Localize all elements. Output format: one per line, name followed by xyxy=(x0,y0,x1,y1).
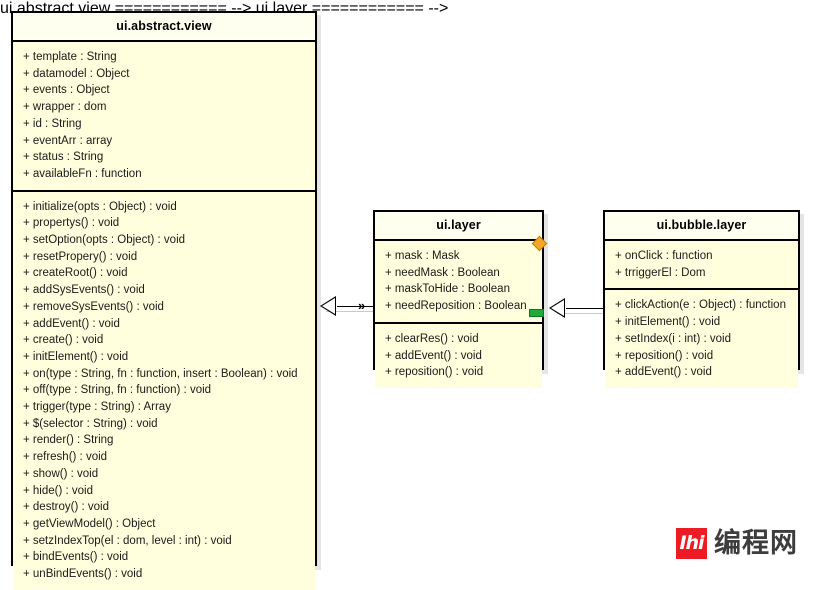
method-row: + addEvent() : void xyxy=(615,366,712,379)
attribute-row: + mask : Mask xyxy=(385,250,460,262)
uml-class-ui-abstract-view[interactable]: ui.abstract.view + template : String + d… xyxy=(11,11,317,590)
attribute-row: + template : String xyxy=(23,51,117,63)
method-row: + hide() : void xyxy=(23,484,93,497)
class-title-ui-layer: ui.layer xyxy=(375,212,542,241)
method-row: + addEvent() : void xyxy=(23,317,120,330)
method-row: + clickAction(e : Object) : function xyxy=(615,299,786,312)
attributes-compartment-ui-abstract-view: + template : String + datamodel : Object… xyxy=(13,42,315,190)
method-row: + getViewModel() : Object xyxy=(23,517,156,530)
method-row: + propertys() : void xyxy=(23,217,120,230)
method-row: + create() : void xyxy=(23,334,104,347)
attribute-row: + id : String xyxy=(23,117,82,130)
method-row: + destroy() : void xyxy=(23,501,109,514)
attribute-row: + events : Object xyxy=(23,84,110,97)
method-row: + bindEvents() : void xyxy=(23,551,129,564)
methods-compartment-ui-bubble-layer: + clickAction(e : Object) : function + i… xyxy=(605,288,798,388)
connector-line xyxy=(337,306,374,307)
method-row: + initialize(opts : Object) : void xyxy=(23,200,177,213)
method-row: + off(type : String, fn : function) : vo… xyxy=(23,384,212,397)
attribute-row: + needReposition : Boolean xyxy=(385,300,527,313)
class-title-ui-abstract-view: ui.abstract.view xyxy=(13,13,315,42)
method-row: + $(selector : String) : void xyxy=(23,417,158,430)
method-row: + reposition() : void xyxy=(615,349,714,362)
logo-mark-icon: Ihi xyxy=(676,528,707,559)
method-row: + resetPropery() : void xyxy=(23,250,138,263)
method-row: + render() : String xyxy=(23,434,114,447)
generalization-arrowhead-inner xyxy=(322,298,335,314)
class-title-ui-bubble-layer: ui.bubble.layer xyxy=(605,212,798,241)
open-arrow-icon: » xyxy=(358,298,366,313)
method-row: + initElement() : void xyxy=(615,316,721,329)
method-row: + initElement() : void xyxy=(23,350,129,363)
attribute-row: + trriggerEl : Dom xyxy=(615,266,706,279)
method-row: + unBindEvents() : void xyxy=(23,568,143,581)
uml-class-ui-bubble-layer[interactable]: ui.bubble.layer + onClick : function + t… xyxy=(603,210,800,388)
square-marker-icon xyxy=(529,309,544,317)
methods-compartment-ui-abstract-view: + initialize(opts : Object) : void + pro… xyxy=(13,189,315,590)
method-row: + removeSysEvents() : void xyxy=(23,300,164,313)
generalization-arrowhead-inner-2 xyxy=(551,300,564,316)
attributes-compartment-ui-bubble-layer: + onClick : function + trriggerEl : Dom xyxy=(605,241,798,289)
attribute-row: + eventArr : array xyxy=(23,134,113,147)
method-row: + refresh() : void xyxy=(23,451,108,464)
attribute-row: + onClick : function xyxy=(615,250,713,262)
attributes-compartment-ui-layer: + mask : Mask + needMask : Boolean + mas… xyxy=(375,241,542,322)
attribute-row: + status : String xyxy=(23,151,104,164)
method-row: + show() : void xyxy=(23,467,99,480)
method-row: + setzIndexTop(el : dom, level : int) : … xyxy=(23,534,232,547)
attribute-row: + needMask : Boolean xyxy=(385,266,500,279)
attribute-row: + wrapper : dom xyxy=(23,101,107,114)
methods-compartment-ui-layer: + clearRes() : void + addEvent() : void … xyxy=(375,321,542,388)
watermark-logo: Ihi 编程网 xyxy=(676,528,798,559)
method-row: + addEvent() : void xyxy=(385,349,482,362)
method-row: + setIndex(i : int) : void xyxy=(615,332,732,345)
method-row: + clearRes() : void xyxy=(385,332,479,345)
attribute-row: + datamodel : Object xyxy=(23,67,130,80)
uml-class-ui-layer[interactable]: ui.layer + mask : Mask + needMask : Bool… xyxy=(373,210,548,388)
method-row: + on(type : String, fn : function, inser… xyxy=(23,367,298,380)
connector-line-2 xyxy=(566,308,603,309)
attribute-row: + availableFn : function xyxy=(23,167,142,180)
method-row: + trigger(type : String) : Array xyxy=(23,401,171,414)
method-row: + setOption(opts : Object) : void xyxy=(23,234,186,247)
attribute-row: + maskToHide : Boolean xyxy=(385,283,510,296)
method-row: + createRoot() : void xyxy=(23,267,128,280)
logo-text: 编程网 xyxy=(714,528,798,559)
method-row: + reposition() : void xyxy=(385,366,484,379)
method-row: + addSysEvents() : void xyxy=(23,284,145,297)
